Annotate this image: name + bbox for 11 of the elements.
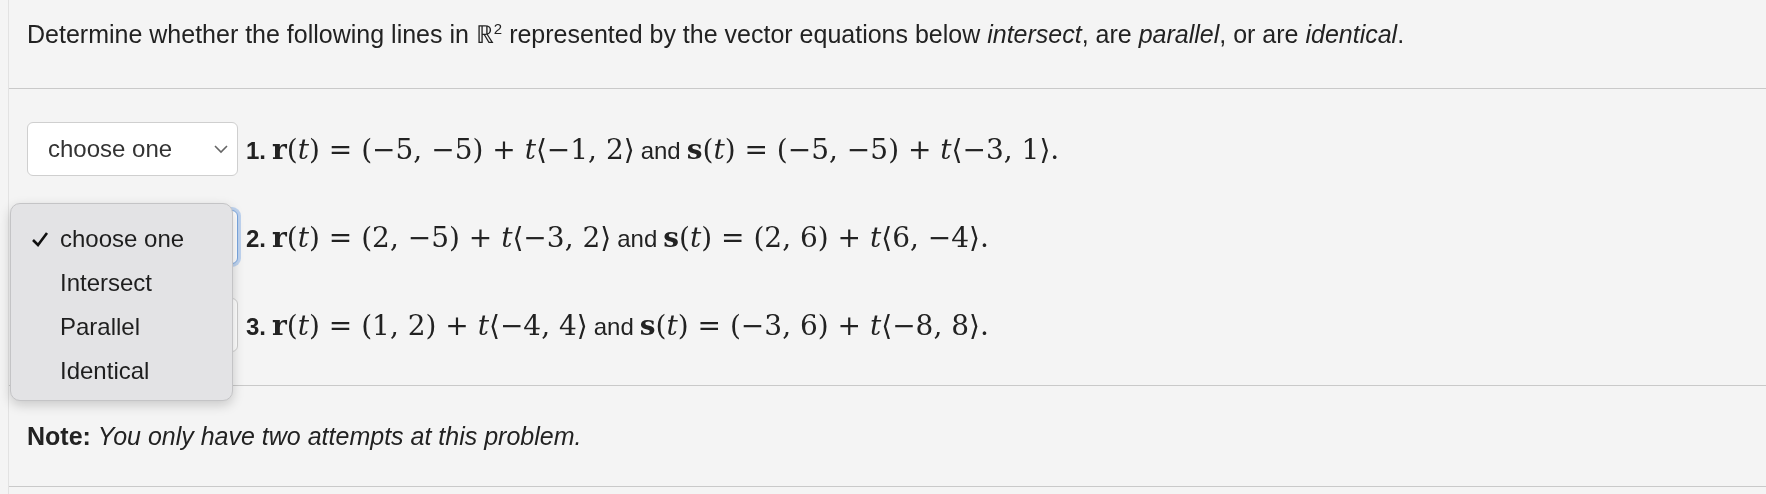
instructions-text: Determine whether the following lines in ℝ$^{2}$ represented by the vector equations below intersect, are parallel, or are identical. bbox=[27, 18, 1406, 50]
menu-option[interactable]: Identical bbox=[11, 349, 232, 393]
chevron-down-icon bbox=[213, 144, 229, 154]
menu-option[interactable]: Parallel bbox=[11, 305, 232, 349]
dropdown-select[interactable]: choose one bbox=[27, 122, 238, 176]
problem-statement: 2. r(t) = (2, −5) + t⟨−3, 2⟩ and s(t) = (2, 6) + t⟨6, −4⟩. bbox=[246, 220, 990, 254]
menu-option[interactable]: Intersect bbox=[11, 261, 232, 305]
problem-statement: 1. r(t) = (−5, −5) + t⟨−1, 2⟩ and s(t) = (−5, −5) + t⟨−3, 1⟩. bbox=[246, 132, 1061, 166]
problem-statement: 3. r(t) = (1, 2) + t⟨−4, 4⟩ and s(t) = (−3, 6) + t⟨−8, 8⟩. bbox=[246, 308, 990, 342]
menu-option[interactable]: choose one bbox=[11, 217, 232, 261]
note-text: Note: You only have two attempts at this problem. bbox=[27, 421, 583, 452]
